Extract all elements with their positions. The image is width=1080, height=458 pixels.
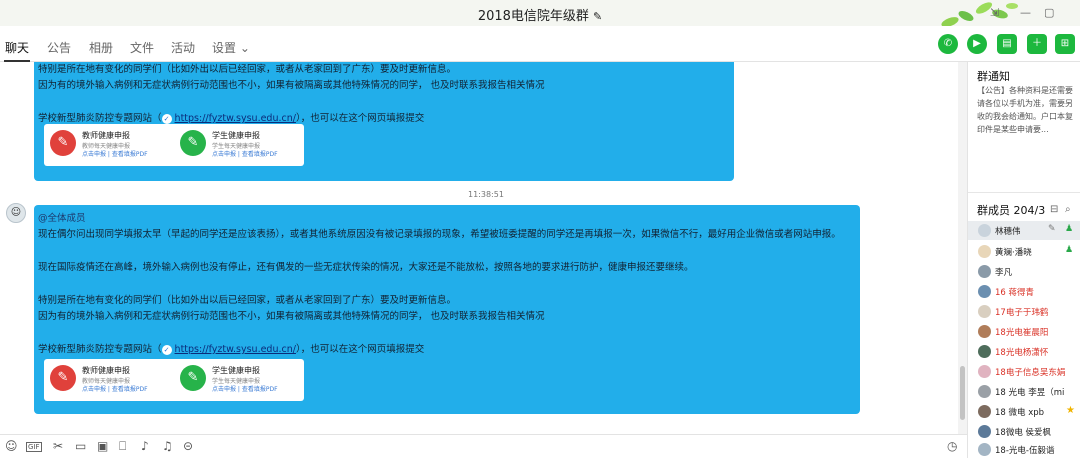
report-icon: ✎ [50, 130, 76, 156]
person-icon: ♟ [1065, 224, 1074, 234]
notice-title: 群通知 [977, 70, 1010, 83]
scroll-thumb[interactable] [960, 366, 965, 420]
emoji-icon[interactable]: ☺ [5, 439, 18, 453]
chat-scrollbar[interactable] [958, 62, 967, 434]
pencil-icon[interactable]: ✎ [593, 10, 602, 23]
avatar [978, 224, 991, 237]
voice-icon[interactable]: ♪ [141, 439, 149, 453]
member-item[interactable]: 16 蒋得青 [968, 282, 1080, 301]
member-item[interactable]: 17电子于玮鹤 [968, 302, 1080, 321]
avatar[interactable]: ☺ [6, 203, 26, 223]
website-link[interactable]: https://fyztw.sysu.edu.cn/ [175, 113, 296, 124]
chevron-down-icon: ⌄ [239, 41, 250, 55]
tab-activity[interactable]: 活动 [171, 39, 195, 56]
avatar [978, 285, 991, 298]
tab-files[interactable]: 文件 [130, 39, 154, 56]
student-report-item[interactable]: ✎ 学生健康申报 学生每天健康申报 点击申报 | 查看填报PDF [180, 365, 300, 397]
avatar [978, 405, 991, 418]
report-icon: ✎ [180, 130, 206, 156]
image-icon[interactable]: ▣ [97, 439, 108, 453]
member-divider-icon: ⊟ [1050, 204, 1059, 215]
person-icon: ♟ [1065, 245, 1074, 255]
avatar [978, 245, 991, 258]
gif-icon[interactable]: GIF [26, 442, 42, 452]
report-icon: ✎ [180, 365, 206, 391]
member-item[interactable]: 18电子信息吴东娟 [968, 362, 1080, 381]
divider [968, 192, 1080, 193]
folder-icon[interactable]: ▭ [75, 439, 86, 453]
tab-chat[interactable]: 聊天 [5, 39, 29, 56]
window-title[interactable]: 2018电信院年级群 ✎ [0, 5, 1080, 24]
members-title: 群成员 204/3 [977, 204, 1046, 217]
message-bubble[interactable]: @全体成员 现在偶尔问出现同学填报太早（早起的同学还是应该表扬），或者其他系统原… [34, 205, 860, 414]
teacher-report-item[interactable]: ✎ 教师健康申报 教师每天健康申报 点击申报 | 查看填报PDF [50, 365, 170, 397]
message-timestamp: 11:38:51 [468, 190, 504, 199]
avatar [978, 425, 991, 438]
phone-icon[interactable]: ✆ [938, 34, 958, 54]
add-app-icon[interactable]: ＋ [1027, 34, 1047, 54]
avatar [978, 443, 991, 456]
member-item[interactable]: 18光电杨潇怀 [968, 342, 1080, 361]
tab-notice[interactable]: 公告 [47, 39, 71, 56]
edit-icon[interactable]: ✎ [1048, 224, 1056, 234]
avatar [978, 345, 991, 358]
search-icon[interactable]: ⌕ [1065, 204, 1071, 215]
website-link[interactable]: https://fyztw.sysu.edu.cn/ [175, 344, 296, 355]
health-report-card[interactable]: ✎ 教师健康申报 教师每天健康申报 点击申报 | 查看填报PDF ✎ 学生健康申… [44, 124, 304, 166]
star-icon: ★ [1066, 405, 1075, 416]
student-report-item[interactable]: ✎ 学生健康申报 学生每天健康申报 点击申报 | 查看填报PDF [180, 130, 300, 162]
tab-album[interactable]: 相册 [89, 39, 113, 56]
avatar [978, 365, 991, 378]
input-toolbar: ☺ GIF ✂ ▭ ▣ ⎕ ♪ ♫ ⊝ ◷ [0, 434, 967, 458]
member-item[interactable]: 18微电 侯爱枫 [968, 422, 1080, 441]
group-side-panel: 群通知 【公告】各种资料是还需要请各位以手机为准，需要另收的我会给通知。户口本复… [967, 62, 1080, 458]
more-circle-icon[interactable]: ⊝ [183, 439, 193, 453]
member-item[interactable]: 黄斓·潘晓 ♟ [968, 242, 1080, 261]
title-bar: 2018电信院年级群 ✎ ⇲ — ▢ [0, 0, 1080, 27]
minimize-icon[interactable]: — [1020, 6, 1031, 19]
shield-icon: ✓ [161, 113, 172, 124]
health-report-card[interactable]: ✎ 教师健康申报 教师每天健康申报 点击申报 | 查看填报PDF ✎ 学生健康申… [44, 359, 304, 401]
message-bubble[interactable]: 特别是所在地有变化的同学们（比如外出以后已经回家，或者从老家回到了广东）要及时更… [34, 62, 734, 181]
gift-icon[interactable]: ⎕ [119, 439, 126, 454]
report-icon: ✎ [50, 365, 76, 391]
history-icon[interactable]: ◷ [947, 439, 957, 453]
chat-message-area[interactable]: 特别是所在地有变化的同学们（比如外出以后已经回家，或者从老家回到了广东）要及时更… [0, 62, 958, 434]
member-item[interactable]: 林穗伟 ✎ ♟ [968, 221, 1080, 240]
video-icon[interactable]: ▶ [967, 34, 987, 54]
more-icon[interactable]: ⊞ [1055, 34, 1075, 54]
skin-icon[interactable]: ⇲ [990, 6, 999, 19]
tab-bar: 聊天 公告 相册 文件 活动 设置 ⌄ ✆ ▶ ▤ ＋ ⊞ [0, 26, 1080, 62]
avatar [978, 265, 991, 278]
maximize-icon[interactable]: ▢ [1044, 6, 1054, 19]
group-notice[interactable]: 【公告】各种资料是还需要请各位以手机为准，需要另收的我会给通知。户口本复印件是某… [977, 84, 1079, 136]
avatar [978, 325, 991, 338]
scissors-icon[interactable]: ✂ [53, 439, 63, 453]
screen-share-icon[interactable]: ▤ [997, 34, 1017, 54]
leaf-decoration-icon [941, 2, 1018, 27]
member-item[interactable]: 18 光电 李昱（mi [968, 382, 1080, 401]
member-item[interactable]: 18-光电-伍毅谐 [968, 440, 1080, 458]
member-item[interactable]: 18光电崔晨阳 [968, 322, 1080, 341]
tab-settings[interactable]: 设置 ⌄ [212, 39, 250, 56]
member-item[interactable]: 李凡 [968, 262, 1080, 281]
teacher-report-item[interactable]: ✎ 教师健康申报 教师每天健康申报 点击申报 | 查看填报PDF [50, 130, 170, 162]
avatar [978, 305, 991, 318]
bell-icon[interactable]: ♫ [162, 439, 173, 453]
avatar [978, 385, 991, 398]
shield-icon: ✓ [161, 344, 172, 355]
member-item[interactable]: 18 微电 xpb ★ [968, 402, 1080, 421]
